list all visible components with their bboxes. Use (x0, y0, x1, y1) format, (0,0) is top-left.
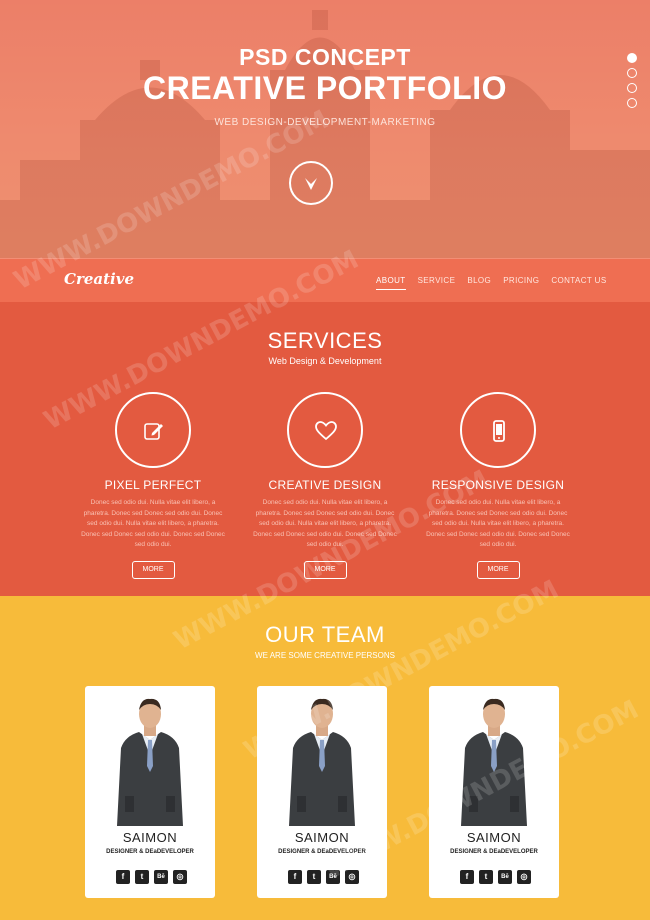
team-member-card: SAIMON DESIGNER & DEaDEVELOPER f t Bē ◎ (85, 686, 215, 898)
behance-icon[interactable]: Bē (326, 870, 340, 884)
team-member-name: SAIMON (122, 830, 178, 845)
team-member-card: SAIMON DESIGNER & DEaDEVELOPER f t Bē ◎ (429, 686, 559, 898)
social-links: f t Bē ◎ (460, 870, 536, 884)
team-title: OUR TEAM (265, 622, 385, 647)
services-section: SERVICES Web Design & Development PIXEL … (0, 302, 650, 596)
slider-dot-4[interactable] (627, 98, 637, 108)
service-card-responsive-design: RESPONSIVE DESIGN Donec sed odio dui. Nu… (421, 392, 575, 579)
site-logo[interactable]: Creative (64, 270, 134, 288)
social-links: f t Bē ◎ (116, 870, 192, 884)
service-description: Donec sed odio dui. Nulla vitae elit lib… (426, 499, 570, 548)
slider-dot-1[interactable] (627, 53, 637, 63)
facebook-icon[interactable]: f (116, 870, 130, 884)
team-member-card: SAIMON DESIGNER & DEaDEVELOPER f t Bē ◎ (257, 686, 387, 898)
chevron-down-icon (305, 178, 317, 190)
service-title: PIXEL PERFECT (104, 478, 202, 492)
nav-link-service[interactable]: SERVICE (418, 276, 456, 290)
service-icon-circle (460, 392, 536, 468)
dribbble-icon[interactable]: ◎ (173, 870, 187, 884)
behance-icon[interactable]: Bē (498, 870, 512, 884)
facebook-icon[interactable]: f (288, 870, 302, 884)
behance-icon[interactable]: Bē (154, 870, 168, 884)
team-member-role: DESIGNER & DEaDEVELOPER (450, 849, 538, 855)
more-button[interactable]: MORE (476, 560, 520, 579)
twitter-icon[interactable]: t (479, 870, 493, 884)
services-title: SERVICES (267, 328, 383, 353)
service-icon-circle (115, 392, 191, 468)
mobile-phone-icon (493, 420, 505, 442)
hero-title: CREATIVE PORTFOLIO (143, 70, 507, 106)
services-subtitle: Web Design & Development (268, 356, 382, 366)
nav-links: ABOUT SERVICE BLOG PRICING CONTACT US (376, 276, 619, 290)
team-member-photo (117, 698, 183, 826)
twitter-icon[interactable]: t (307, 870, 321, 884)
heart-icon (315, 421, 337, 441)
team-member-role: DESIGNER & DEaDEVELOPER (278, 849, 366, 855)
social-links: f t Bē ◎ (288, 870, 364, 884)
hero-section: PSD CONCEPT CREATIVE PORTFOLIO WEB DESIG… (0, 0, 650, 258)
dribbble-icon[interactable]: ◎ (517, 870, 531, 884)
twitter-icon[interactable]: t (135, 870, 149, 884)
hero-subtitle: WEB DESIGN-DEVELOPMENT-MARKETING (214, 117, 436, 128)
service-card-creative-design: CREATIVE DESIGN Donec sed odio dui. Null… (248, 392, 402, 579)
service-description: Donec sed odio dui. Nulla vitae elit lib… (81, 499, 225, 548)
hero-pretitle: PSD CONCEPT (239, 44, 411, 70)
facebook-icon[interactable]: f (460, 870, 474, 884)
pencil-edit-icon (144, 423, 163, 440)
slider-dots (627, 53, 639, 113)
nav-link-contact[interactable]: CONTACT US (551, 276, 606, 290)
nav-link-pricing[interactable]: PRICING (503, 276, 539, 290)
team-member-name: SAIMON (466, 830, 522, 845)
service-title: CREATIVE DESIGN (268, 478, 382, 492)
nav-link-about[interactable]: ABOUT (376, 276, 406, 290)
more-button[interactable]: MORE (131, 560, 175, 579)
more-button[interactable]: MORE (303, 560, 347, 579)
slider-dot-2[interactable] (627, 68, 637, 78)
team-member-photo (461, 698, 527, 826)
team-member-role: DESIGNER & DEaDEVELOPER (106, 849, 194, 855)
scroll-down-button[interactable] (289, 161, 333, 205)
team-subtitle: WE ARE SOME CREATIVE PERSONS (255, 651, 395, 660)
team-member-photo (289, 698, 355, 826)
service-description: Donec sed odio dui. Nulla vitae elit lib… (253, 499, 397, 548)
slider-dot-3[interactable] (627, 83, 637, 93)
team-section: OUR TEAM WE ARE SOME CREATIVE PERSONS SA… (0, 596, 650, 920)
service-card-pixel-perfect: PIXEL PERFECT Donec sed odio dui. Nulla … (76, 392, 230, 579)
nav-link-blog[interactable]: BLOG (467, 276, 491, 290)
dribbble-icon[interactable]: ◎ (345, 870, 359, 884)
team-member-name: SAIMON (294, 830, 350, 845)
hero-background-building (0, 10, 650, 258)
main-navbar: Creative ABOUT SERVICE BLOG PRICING CONT… (0, 258, 650, 302)
service-title: RESPONSIVE DESIGN (431, 478, 565, 492)
service-icon-circle (287, 392, 363, 468)
